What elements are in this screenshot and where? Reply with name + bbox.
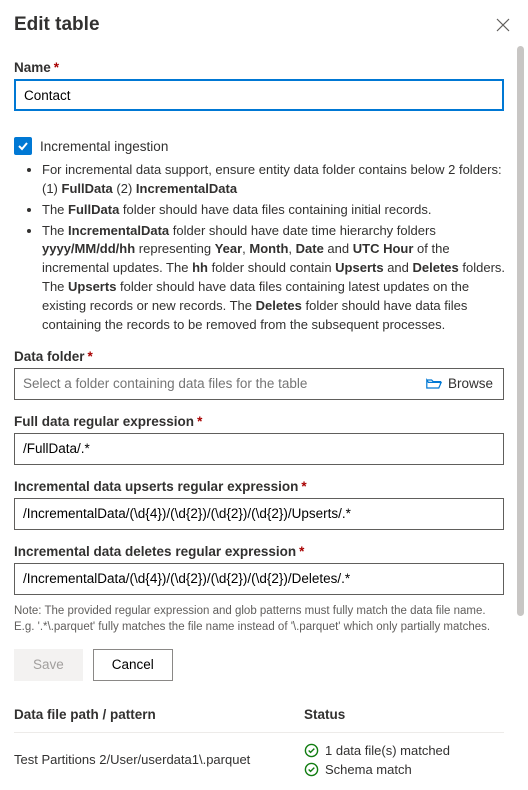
checkmark-icon bbox=[17, 140, 29, 152]
browse-button[interactable]: Browse bbox=[417, 376, 503, 391]
cell-path: Test Partitions 2/User/userdata1\.parque… bbox=[14, 752, 304, 767]
scrollbar[interactable] bbox=[517, 46, 524, 786]
name-input[interactable] bbox=[14, 79, 504, 111]
check-circle-icon bbox=[304, 743, 319, 758]
cancel-button[interactable]: Cancel bbox=[93, 649, 173, 681]
upregex-input[interactable] bbox=[14, 498, 504, 530]
incremental-checkbox[interactable] bbox=[14, 137, 32, 155]
info-item: The IncrementalData folder should have d… bbox=[42, 222, 513, 335]
status-schema: Schema match bbox=[325, 762, 412, 777]
upregex-label: Incremental data upserts regular express… bbox=[14, 479, 513, 494]
table-header: Data file path / pattern Status bbox=[14, 699, 504, 733]
name-label: Name* bbox=[14, 60, 513, 75]
col-status: Status bbox=[304, 707, 504, 722]
datafolder-input[interactable] bbox=[15, 376, 417, 391]
col-path: Data file path / pattern bbox=[14, 707, 304, 722]
info-list: For incremental data support, ensure ent… bbox=[14, 161, 513, 335]
fullregex-input[interactable] bbox=[14, 433, 504, 465]
folder-open-icon bbox=[426, 377, 442, 391]
incremental-label: Incremental ingestion bbox=[40, 139, 168, 154]
check-circle-icon bbox=[304, 762, 319, 777]
note-text: Note: The provided regular expression an… bbox=[14, 603, 504, 635]
delregex-input[interactable] bbox=[14, 563, 504, 595]
table-row: Test Partitions 2/User/userdata1\.parque… bbox=[14, 733, 504, 787]
info-item: For incremental data support, ensure ent… bbox=[42, 161, 513, 199]
status-matched: 1 data file(s) matched bbox=[325, 743, 450, 758]
save-button: Save bbox=[14, 649, 83, 681]
panel-title: Edit table bbox=[14, 14, 100, 36]
delregex-label: Incremental data deletes regular express… bbox=[14, 544, 513, 559]
scrollbar-thumb[interactable] bbox=[517, 46, 524, 616]
fullregex-label: Full data regular expression* bbox=[14, 414, 513, 429]
datafolder-label: Data folder* bbox=[14, 349, 513, 364]
close-icon[interactable] bbox=[496, 18, 510, 32]
info-item: The FullData folder should have data fil… bbox=[42, 201, 513, 220]
